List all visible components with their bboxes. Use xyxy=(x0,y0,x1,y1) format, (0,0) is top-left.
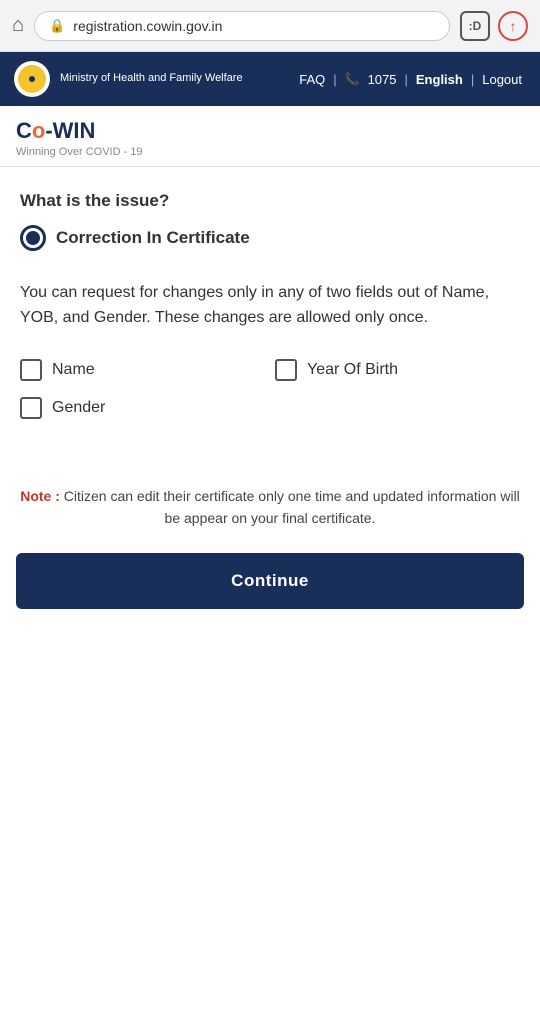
checkbox-yob[interactable] xyxy=(275,359,297,381)
co-text: C xyxy=(16,118,32,143)
phone-icon: 📞 xyxy=(341,72,364,86)
continue-button[interactable]: Continue xyxy=(16,553,524,609)
sep1: | xyxy=(329,72,340,87)
radio-selected-indicator xyxy=(26,231,40,245)
radio-button-correction[interactable] xyxy=(20,225,46,251)
org-name: Ministry of Health and Family Welfare xyxy=(60,71,285,86)
note-section: Note : Citizen can edit their certificat… xyxy=(0,465,540,542)
lock-icon: 🔒 xyxy=(49,18,65,34)
browser-bar: ⌂ 🔒 registration.cowin.gov.in :D ↑ xyxy=(0,0,540,52)
checkbox-yob-label: Year Of Birth xyxy=(307,361,398,379)
info-text: You can request for changes only in any … xyxy=(20,281,520,331)
cowin-tagline: Winning Over COVID - 19 xyxy=(16,146,524,158)
note-keyword: Note : xyxy=(20,488,60,504)
phone-number[interactable]: 1075 xyxy=(364,72,401,87)
checkbox-yob-item[interactable]: Year Of Birth xyxy=(275,359,520,381)
checkbox-gender[interactable] xyxy=(20,397,42,419)
org-logo xyxy=(14,61,50,97)
url-text: registration.cowin.gov.in xyxy=(73,18,435,34)
dash-text: -WIN xyxy=(45,118,95,143)
checkbox-name-label: Name xyxy=(52,361,95,379)
checkboxes-grid: Name Year Of Birth Gender xyxy=(20,359,520,419)
checkbox-gender-item[interactable]: Gender xyxy=(20,397,265,419)
continue-btn-wrap: Continue xyxy=(0,541,540,625)
sep3: | xyxy=(467,72,478,87)
faq-link[interactable]: FAQ xyxy=(295,72,329,87)
checkbox-gender-label: Gender xyxy=(52,399,105,417)
o-text: o xyxy=(32,118,45,143)
cowin-logo: Co-WIN xyxy=(16,118,524,144)
main-content: What is the issue? Correction In Certifi… xyxy=(0,167,540,445)
checkbox-name-item[interactable]: Name xyxy=(20,359,265,381)
cowin-header: Co-WIN Winning Over COVID - 19 xyxy=(0,106,540,167)
nav-links: FAQ | 📞 1075 | English | Logout xyxy=(295,72,526,87)
note-text: Citizen can edit their certificate only … xyxy=(60,488,520,526)
ashoka-icon xyxy=(22,69,42,89)
url-bar[interactable]: 🔒 registration.cowin.gov.in xyxy=(34,11,450,41)
navbar: Ministry of Health and Family Welfare FA… xyxy=(0,52,540,106)
browser-icons: :D ↑ xyxy=(460,11,528,41)
logout-link[interactable]: Logout xyxy=(478,72,526,87)
issue-question: What is the issue? xyxy=(20,191,520,211)
extensions-icon[interactable]: :D xyxy=(460,11,490,41)
home-icon[interactable]: ⌂ xyxy=(12,14,24,37)
logo-inner xyxy=(18,65,46,93)
share-icon[interactable]: ↑ xyxy=(498,11,528,41)
radio-option-correction[interactable]: Correction In Certificate xyxy=(20,225,520,251)
checkbox-name[interactable] xyxy=(20,359,42,381)
language-selector[interactable]: English xyxy=(412,72,467,87)
sep2: | xyxy=(401,72,412,87)
radio-label-correction: Correction In Certificate xyxy=(56,228,250,248)
